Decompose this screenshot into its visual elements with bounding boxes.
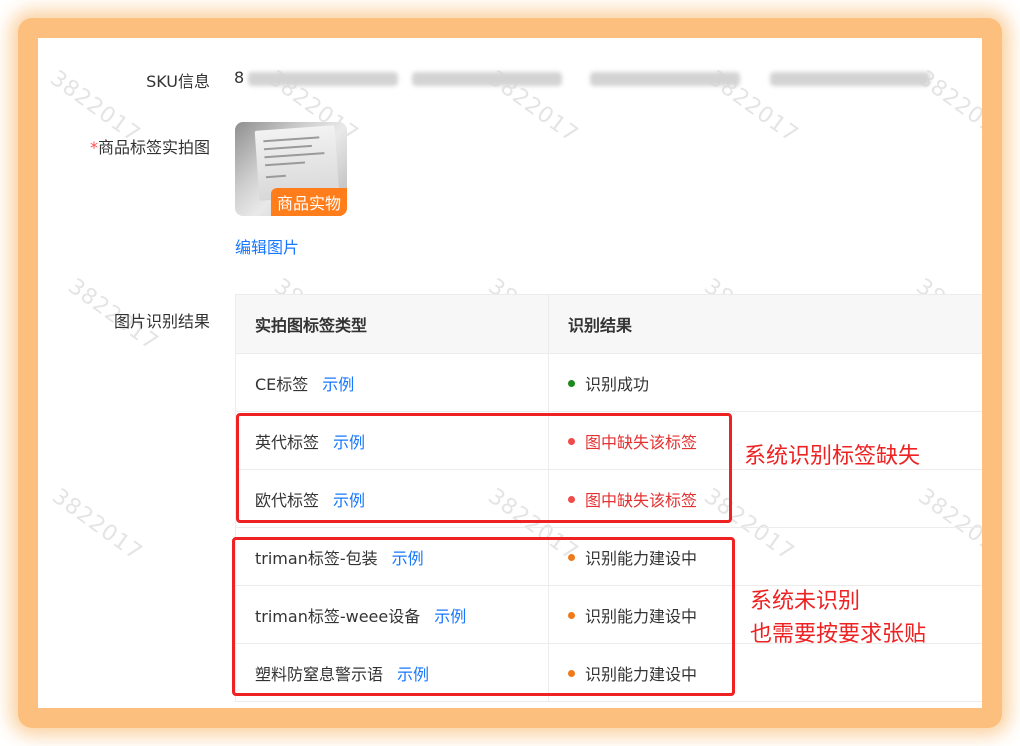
example-link[interactable]: 示例 <box>333 433 365 452</box>
redaction-blur <box>770 72 930 86</box>
label-type-cell: 英代标签 示例 <box>235 411 549 470</box>
result-text: 识别能力建设中 <box>585 606 698 626</box>
redaction-blur <box>590 72 740 86</box>
example-link[interactable]: 示例 <box>392 549 424 568</box>
table-row: CE标签 示例 识别成功 <box>235 353 982 412</box>
column-header-label-type: 实拍图标签类型 <box>235 294 549 354</box>
annotation-unrecognized-note: 系统未识别 也需要按要求张贴 <box>750 585 926 651</box>
label-type-cell: triman标签-weee设备 示例 <box>235 585 549 644</box>
sku-value-prefix: 8 <box>234 68 245 87</box>
example-link[interactable]: 示例 <box>333 491 365 510</box>
annotation-unrecognized-line1: 系统未识别 <box>750 589 861 614</box>
status-dot-building <box>568 611 575 619</box>
result-cell: 识别能力建设中 <box>548 527 982 586</box>
label-type-cell: triman标签-包装 示例 <box>235 527 549 586</box>
result-cell: 图中缺失该标签 <box>548 469 982 528</box>
status-dot-missing <box>568 495 575 503</box>
label-type-name: 英代标签 <box>255 432 320 452</box>
result-text: 识别能力建设中 <box>585 548 698 568</box>
redaction-blur <box>412 72 562 86</box>
watermark: 3822017 <box>47 484 147 566</box>
product-photo-thumbnail[interactable]: 商品实物 <box>235 122 347 216</box>
label-type-cell: 欧代标签 示例 <box>235 469 549 528</box>
result-cell: 识别能力建设中 <box>548 643 982 702</box>
recognition-label: 图片识别结果 <box>113 312 210 331</box>
sku-value-redacted: 8 <box>234 64 974 92</box>
label-type-name: CE标签 <box>255 374 309 394</box>
label-type-name: triman标签-包装 <box>255 548 378 568</box>
table-row: triman标签-包装 示例 识别能力建设中 <box>235 527 982 586</box>
edit-photo-link[interactable]: 编辑图片 <box>235 234 299 258</box>
example-link[interactable]: 示例 <box>434 607 466 626</box>
form-panel: 3822017 3822017 3822017 3822017 3822017 … <box>38 38 982 708</box>
status-dot-building <box>568 553 575 561</box>
status-dot-missing <box>568 437 575 445</box>
sku-label: SKU信息 <box>146 72 210 91</box>
status-dot-building <box>568 669 575 677</box>
table-header-row: 实拍图标签类型 识别结果 <box>235 294 982 354</box>
status-dot-success <box>568 379 575 387</box>
photo-type-badge: 商品实物 <box>270 188 347 216</box>
result-text: 识别成功 <box>585 374 650 394</box>
photo-label: *商品标签实拍图 <box>89 138 210 157</box>
label-type-cell: 塑料防窒息警示语 示例 <box>235 643 549 702</box>
table-row: 塑料防窒息警示语 示例 识别能力建设中 <box>235 643 982 702</box>
result-cell: 识别成功 <box>548 353 982 412</box>
example-link[interactable]: 示例 <box>397 665 429 684</box>
required-mark: * <box>89 138 98 157</box>
result-text: 图中缺失该标签 <box>585 490 698 510</box>
label-type-name: triman标签-weee设备 <box>255 606 421 626</box>
result-text: 图中缺失该标签 <box>585 432 698 452</box>
column-header-result: 识别结果 <box>548 294 982 354</box>
annotation-unrecognized-line2: 也需要按要求张贴 <box>750 622 927 647</box>
table-row: 欧代标签 示例 图中缺失该标签 <box>235 469 982 528</box>
result-text: 识别能力建设中 <box>585 664 698 684</box>
annotation-missing-note: 系统识别标签缺失 <box>744 444 921 469</box>
label-type-name: 塑料防窒息警示语 <box>255 664 384 684</box>
label-type-cell: CE标签 示例 <box>235 353 549 412</box>
example-link[interactable]: 示例 <box>322 375 354 394</box>
redaction-blur <box>248 72 398 86</box>
label-type-name: 欧代标签 <box>255 490 320 510</box>
